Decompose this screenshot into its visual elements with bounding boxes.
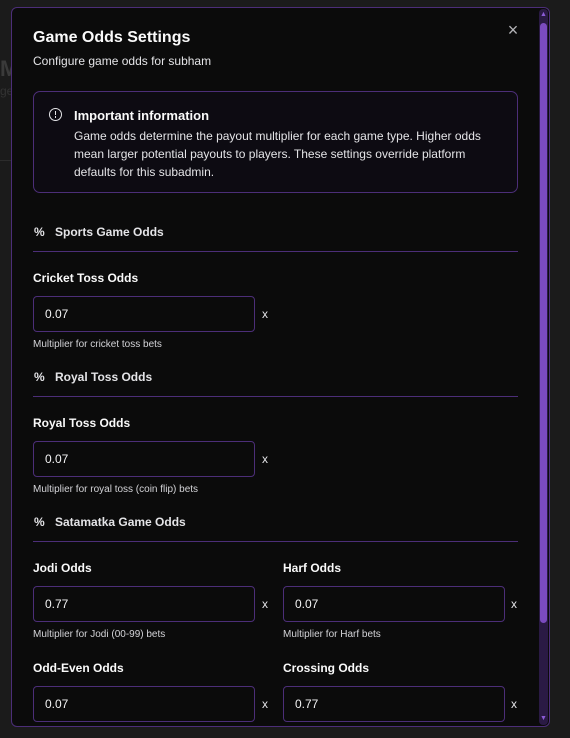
section-divider xyxy=(33,251,518,252)
odd-even-label: Odd-Even Odds xyxy=(33,661,124,675)
harf-input[interactable] xyxy=(283,586,505,622)
percent-icon: % xyxy=(34,370,45,384)
cricket-toss-help: Multiplier for cricket toss bets xyxy=(33,339,162,350)
info-text: Game odds determine the payout multiplie… xyxy=(74,129,481,179)
harf-help: Multiplier for Harf bets xyxy=(283,629,381,640)
section-royal-title: Royal Toss Odds xyxy=(55,370,153,384)
game-odds-modal: × ▲ ▼ Game Odds Settings Configure game … xyxy=(11,7,550,727)
odd-even-suffix: x xyxy=(262,697,268,711)
cricket-toss-input[interactable] xyxy=(33,296,255,332)
section-royal-header: % Royal Toss Odds xyxy=(33,370,518,392)
percent-icon: % xyxy=(34,515,45,529)
harf-label: Harf Odds xyxy=(283,561,342,575)
scroll-down-icon[interactable]: ▼ xyxy=(539,715,548,723)
section-sports-header: % Sports Game Odds xyxy=(33,225,518,247)
section-sports-title: Sports Game Odds xyxy=(55,225,164,239)
info-title: Important information xyxy=(74,108,210,123)
crossing-label: Crossing Odds xyxy=(283,661,370,675)
cricket-toss-label: Cricket Toss Odds xyxy=(33,271,139,285)
cricket-toss-suffix: x xyxy=(262,307,268,321)
info-alert: Important information Game odds determin… xyxy=(33,91,518,193)
royal-toss-suffix: x xyxy=(262,452,268,466)
harf-suffix: x xyxy=(511,597,517,611)
royal-toss-input[interactable] xyxy=(33,441,255,477)
section-divider xyxy=(33,541,518,542)
modal-scrollbar[interactable]: ▲ ▼ xyxy=(539,9,548,725)
jodi-help: Multiplier for Jodi (00-99) bets xyxy=(33,629,166,640)
jodi-input[interactable] xyxy=(33,586,255,622)
crossing-suffix: x xyxy=(511,697,517,711)
section-satamatka-title: Satamatka Game Odds xyxy=(55,515,186,529)
scrollbar-thumb[interactable] xyxy=(540,23,547,623)
section-satamatka-header: % Satamatka Game Odds xyxy=(33,515,518,537)
section-divider xyxy=(33,396,518,397)
royal-toss-help: Multiplier for royal toss (coin flip) be… xyxy=(33,484,199,495)
alert-circle-icon xyxy=(49,108,62,121)
jodi-label: Jodi Odds xyxy=(33,561,92,575)
modal-subtitle: Configure game odds for subham xyxy=(33,54,212,68)
odd-even-input[interactable] xyxy=(33,686,255,722)
scroll-up-icon[interactable]: ▲ xyxy=(539,11,548,19)
modal-title: Game Odds Settings xyxy=(33,29,191,46)
royal-toss-label: Royal Toss Odds xyxy=(33,416,131,430)
crossing-input[interactable] xyxy=(283,686,505,722)
jodi-suffix: x xyxy=(262,597,268,611)
close-button[interactable]: × xyxy=(503,20,523,40)
percent-icon: % xyxy=(34,225,45,239)
